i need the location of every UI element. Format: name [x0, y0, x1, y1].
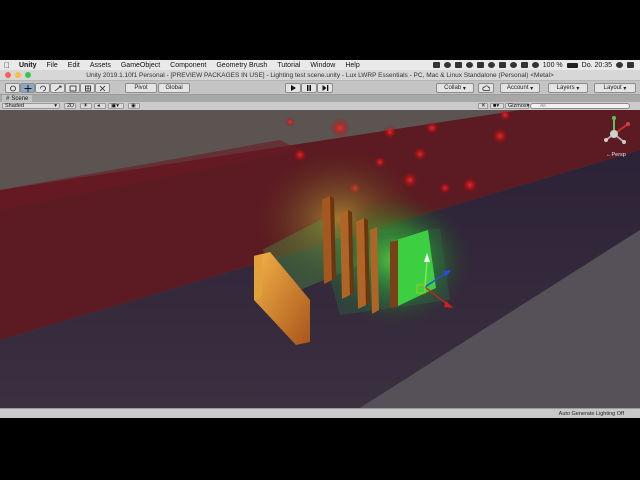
account-label: Account [506, 85, 529, 91]
close-window-button[interactable] [5, 72, 11, 78]
unity-toolbar: Pivot Global Collab ▾ Account ▾ Layers ▾… [0, 81, 640, 95]
play-button[interactable] [285, 83, 301, 93]
pivot-label: Pivot [134, 85, 148, 91]
custom-tool-icon[interactable] [95, 83, 110, 93]
camera-settings-icon[interactable]: ■▾ [490, 103, 504, 109]
menu-edit[interactable]: Edit [63, 62, 85, 69]
layers-dropdown[interactable]: Layers ▾ [548, 83, 588, 93]
layers-label: Layers [556, 85, 575, 91]
collab-dropdown[interactable]: Collab ▾ [436, 83, 474, 93]
shading-mode-label: Shaded [5, 103, 24, 109]
scene-render [0, 110, 640, 408]
menu-tutorial[interactable]: Tutorial [272, 62, 305, 69]
menu-assets[interactable]: Assets [85, 62, 116, 69]
screen-icon[interactable] [432, 62, 440, 68]
play-icon [291, 85, 296, 91]
menu-unity[interactable]: Unity [14, 62, 42, 69]
macos-menu-bar:  Unity File Edit Assets GameObject Comp… [0, 60, 640, 70]
menu-geometry-brush[interactable]: Geometry Brush [211, 62, 272, 69]
tab-scene[interactable]: # Scene [2, 95, 33, 102]
pause-button[interactable] [301, 83, 317, 93]
scene-search-placeholder: All [540, 103, 546, 109]
pivot-toggle[interactable]: Pivot [125, 83, 157, 93]
letterbox-top [0, 0, 640, 60]
layout-label: Layout [603, 85, 622, 91]
transform-tool-icon[interactable] [80, 83, 95, 93]
box-icon[interactable] [498, 62, 506, 68]
cloud-icon [482, 85, 490, 91]
move-tool-icon[interactable] [20, 83, 35, 93]
menu-gameobject[interactable]: GameObject [116, 62, 165, 69]
toggle-2d-button[interactable]: 2D [64, 103, 76, 109]
perspective-label[interactable]: ←Persp [606, 152, 626, 158]
scene-tab-strip: # Scene [0, 95, 640, 102]
step-icon [322, 85, 328, 91]
zoom-window-button[interactable] [25, 72, 31, 78]
battery-percent: 100 % [542, 61, 563, 69]
cloud-button[interactable] [478, 83, 494, 93]
global-label: Global [165, 85, 183, 91]
camera-icon[interactable] [454, 62, 462, 68]
account-dropdown[interactable]: Account ▾ [500, 83, 540, 93]
volume-icon[interactable] [531, 62, 539, 68]
window-controls [5, 72, 31, 78]
shading-mode-dropdown[interactable]: Shaded ▾ [2, 103, 60, 109]
status-icons: 100 % Do. 20:35 [432, 61, 640, 69]
window-title-bar: Unity 2019.1.10f1 Personal - [PREVIEW PA… [0, 70, 640, 81]
battery-icon [566, 62, 578, 68]
flag-icon[interactable] [509, 62, 517, 68]
layout-dropdown[interactable]: Layout ▾ [594, 83, 636, 93]
rect-tool-icon[interactable] [65, 83, 80, 93]
clock[interactable]: Do. 20:35 [582, 62, 612, 69]
status-text: Auto Generate Lighting Off [558, 411, 624, 417]
gizmos-label: Gizmos [508, 103, 527, 109]
gizmos-dropdown[interactable]: Gizmos ▾ [505, 103, 529, 109]
effects-dropdown-icon[interactable]: ▣▾ [108, 103, 124, 109]
scene-tab-icon: # [6, 95, 10, 102]
wifi-icon[interactable] [520, 62, 528, 68]
rotate-tool-icon[interactable] [35, 83, 50, 93]
audio-toggle-icon[interactable]: ◂ [94, 103, 106, 109]
scene-tab-label: Scene [11, 95, 29, 102]
step-button[interactable] [317, 83, 333, 93]
apple-icon[interactable]:  [0, 61, 14, 70]
cloud-status-icon[interactable] [476, 62, 484, 68]
status-circle-icon[interactable] [443, 62, 451, 68]
hidden-objects-icon[interactable]: ◉ [128, 103, 140, 109]
scale-tool-icon[interactable] [50, 83, 65, 93]
minimize-window-button[interactable] [15, 72, 21, 78]
menu-file[interactable]: File [42, 62, 63, 69]
scene-search-input[interactable]: All [530, 103, 630, 109]
list-icon[interactable] [627, 62, 634, 68]
scene-viewport[interactable]: ←Persp [0, 110, 640, 408]
lighting-toggle-icon[interactable]: ☀ [80, 103, 92, 109]
collab-label: Collab [444, 85, 462, 91]
letterbox-bottom [0, 418, 640, 480]
hand-tool-icon[interactable] [5, 83, 20, 93]
menu-help[interactable]: Help [340, 62, 364, 69]
toggle-2d-label: 2D [67, 103, 75, 109]
sync-icon[interactable] [487, 62, 495, 68]
tools-icon[interactable]: ✕ [478, 103, 488, 109]
shield-icon[interactable] [465, 62, 473, 68]
menu-window[interactable]: Window [305, 62, 340, 69]
window-title: Unity 2019.1.10f1 Personal - [PREVIEW PA… [86, 71, 554, 79]
search-icon[interactable] [616, 62, 623, 68]
pause-icon [307, 85, 311, 91]
global-toggle[interactable]: Global [158, 83, 190, 93]
menu-component[interactable]: Component [165, 62, 211, 69]
